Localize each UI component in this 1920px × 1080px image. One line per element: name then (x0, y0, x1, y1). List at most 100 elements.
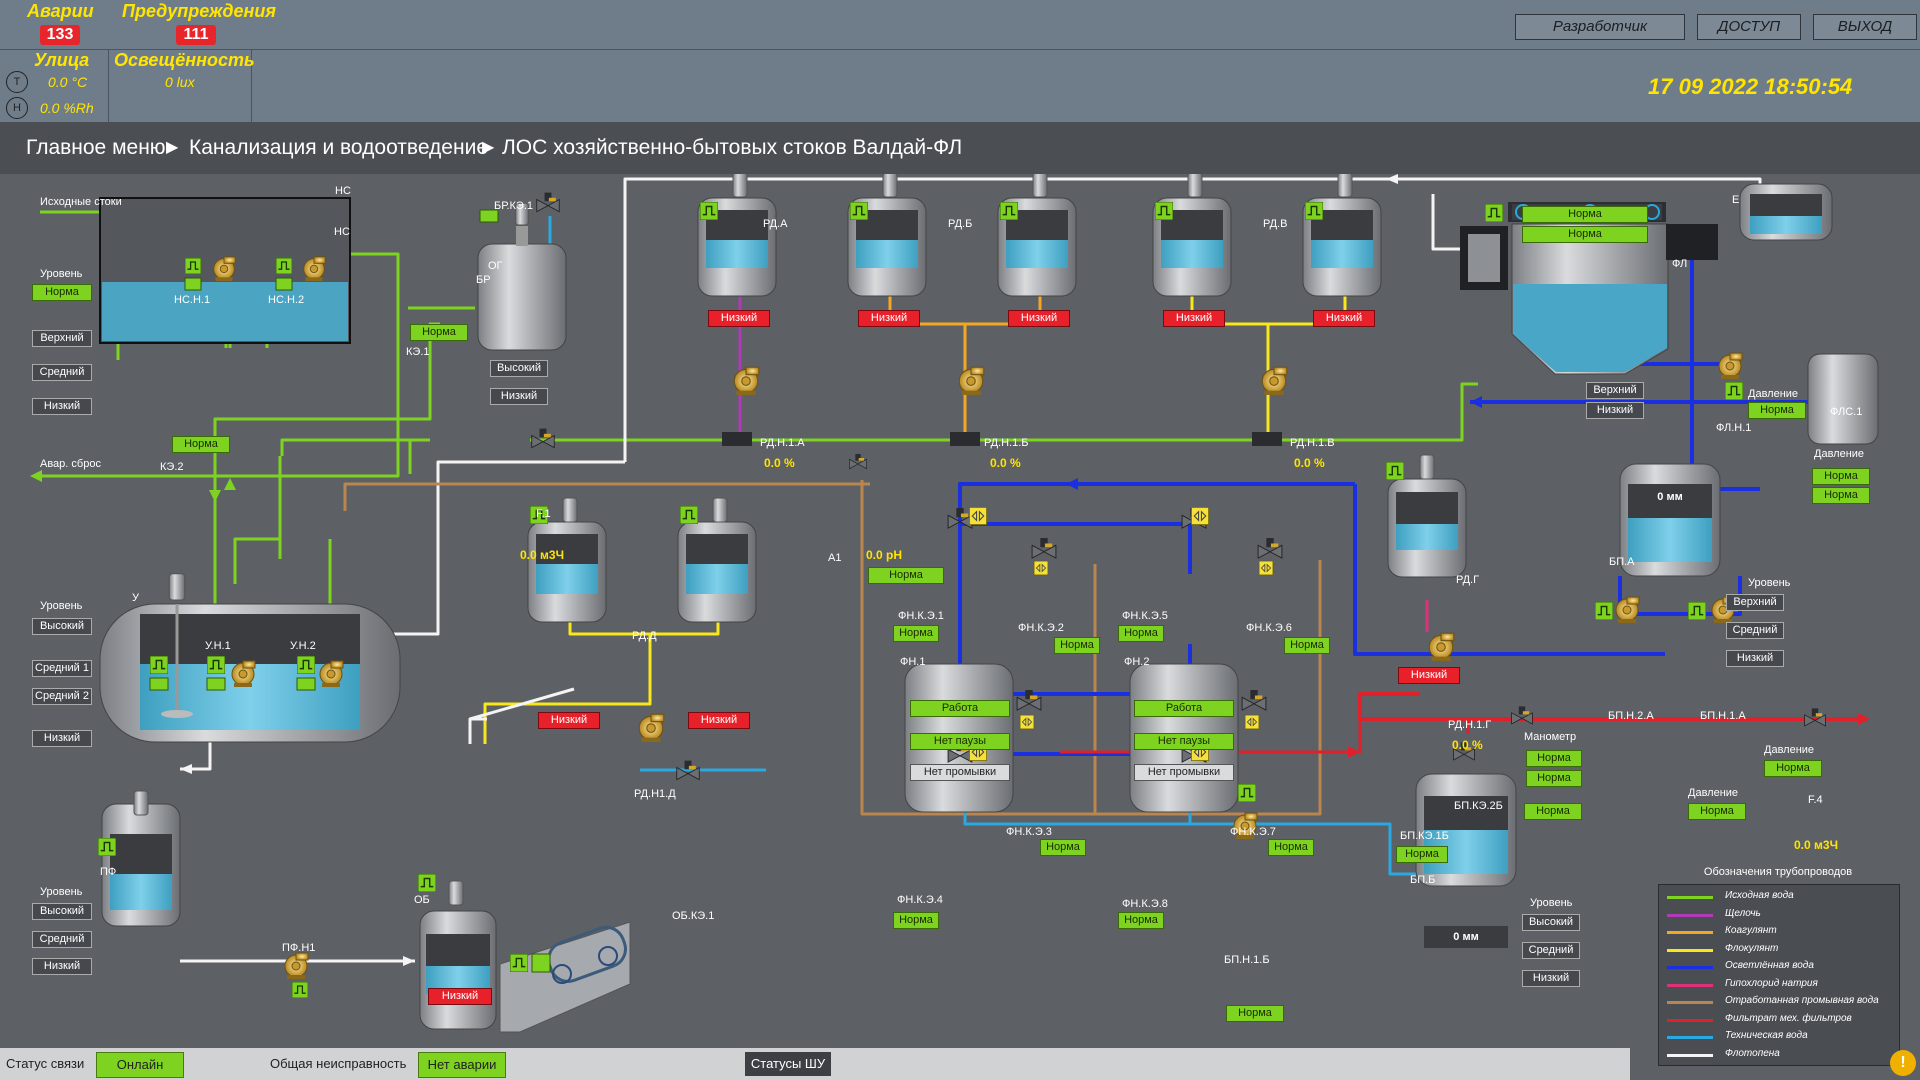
bpa-pressure-label: Давление (1764, 744, 1815, 756)
fn2-ke8-norm: Норма (1118, 912, 1164, 929)
illumination-value: 0 lux (165, 74, 195, 90)
legend-label: Гипохлорид натрия (1725, 977, 1818, 989)
pipe-legend: Исходная вода Щелочь Коагулянт Флокулянт Осв… (1658, 884, 1900, 1066)
manometer-label: Манометр (1524, 731, 1577, 743)
bpb-pressure-label: Давление (1688, 787, 1739, 799)
alarms-badge[interactable]: 133 (40, 25, 80, 45)
legend-label: Флотопена (1725, 1047, 1780, 1059)
fl-level-upper: Верхний (1586, 382, 1644, 399)
access-button[interactable]: ДОСТУП (1697, 14, 1801, 40)
bpa-level-low: Низкий (1726, 650, 1784, 667)
humidity-icon: H (6, 97, 28, 119)
br-level-high: Высокий (490, 360, 548, 377)
bpa-mm: 0 мм (1628, 486, 1712, 508)
temperature-value: 0.0 °C (48, 74, 88, 90)
breadcrumb-main-menu[interactable]: Главное меню (26, 122, 166, 174)
rd-b-level2: Низкий (1008, 310, 1070, 327)
fn1-ke3-norm: Норма (1040, 839, 1086, 856)
fn1-name: ФН.1 (900, 656, 926, 668)
ke2-state: Норма (172, 436, 230, 453)
bpa-level-label: Уровень (1748, 577, 1791, 589)
fls1-name: ФЛС.1 (1830, 406, 1863, 418)
rd-d-pump: РД.Н1.Д (634, 788, 676, 800)
u-level-mid1: Средний 1 (32, 660, 92, 677)
u-level-mid2: Средний 2 (32, 688, 92, 705)
ns-name: НС (334, 226, 350, 238)
legend-item: Гипохлорид натрия (1659, 977, 1899, 994)
legend-item: Исходная вода (1659, 889, 1899, 906)
exit-button[interactable]: ВЫХОД (1813, 14, 1917, 40)
fn1-pause: Нет паузы (910, 733, 1010, 750)
fn1-ke2-norm: Норма (1054, 637, 1100, 654)
rd-d-name: РД.Д (632, 630, 657, 642)
legend-swatch (1667, 983, 1713, 987)
illumination-label: Освещённость (114, 50, 255, 70)
rd-v-pct: 0.0 % (1294, 456, 1325, 470)
bpa-level-upper: Верхний (1726, 594, 1784, 611)
br-name: БР (476, 274, 491, 286)
fn2-ke5: ФН.К.Э.5 (1122, 610, 1168, 622)
legend-label: Флокулянт (1725, 942, 1779, 954)
u-level-low: Низкий (32, 730, 92, 747)
fn1-ke1-norm: Норма (893, 625, 939, 642)
shu-status-button[interactable]: Статусы ШУ (745, 1052, 831, 1076)
fl-level-low: Низкий (1586, 402, 1644, 419)
legend-item: Отработанная промывная вода (1659, 994, 1899, 1011)
legend-swatch (1667, 948, 1713, 952)
manometer-norm1: Норма (1526, 750, 1582, 767)
rd-b-name: РД.Б (948, 218, 973, 230)
legend-item: Фильтрат мех. фильтров (1659, 1012, 1899, 1029)
fn2-flush: Нет промывки (1134, 764, 1234, 781)
warning-icon[interactable]: ! (1890, 1050, 1916, 1076)
rd-b-pct: 0.0 % (990, 456, 1021, 470)
legend-label: Фильтрат мех. фильтров (1725, 1012, 1852, 1024)
e-name: Е (1732, 194, 1740, 206)
ke1-state: Норма (410, 324, 468, 341)
bpa-pump1: БП.Н.1.А (1700, 710, 1746, 722)
rd-a-name: РД.А (763, 218, 788, 230)
breadcrumb-current: ЛОС хозяйственно-бытовых стоков Валдай-Ф… (502, 136, 963, 159)
developer-button[interactable]: Разработчик (1515, 14, 1685, 40)
pf-level-label: Уровень (40, 886, 83, 898)
fl-name: ФЛ (1672, 258, 1688, 270)
legend-label: Осветлённая вода (1725, 960, 1814, 971)
br-og: ОГ (488, 260, 503, 272)
legend-swatch (1667, 913, 1713, 917)
bpb-level-mid: Средний (1522, 942, 1580, 959)
legend-label: Отработанная промывная вода (1725, 995, 1879, 1006)
pf-name: ПФ (100, 866, 117, 878)
bpb-pressure-norm: Норма (1688, 803, 1746, 820)
warnings-badge[interactable]: 111 (176, 25, 216, 45)
ob-level: Низкий (428, 988, 492, 1005)
fls1-pump: ФЛ.Н.1 (1716, 422, 1752, 434)
fn1-ke4: ФН.К.Э.4 (897, 894, 943, 906)
fn2-work: Работа (1134, 700, 1234, 717)
pf-level-low: Низкий (32, 958, 92, 975)
legend-swatch (1667, 931, 1713, 934)
manometer-norm2: Норма (1526, 770, 1582, 787)
rd-v-name: РД.В (1263, 218, 1288, 230)
a1-ph: 0.0 pH (866, 548, 903, 562)
legend-item: Щелочь (1659, 907, 1899, 924)
bpb-name: БП.Б (1410, 874, 1436, 886)
legend-item: Осветлённая вода (1659, 959, 1899, 976)
fn1-ke3: ФН.К.Э.3 (1006, 826, 1052, 838)
br-level-low: Низкий (490, 388, 548, 405)
link-status-label: Статус связи (6, 1056, 85, 1071)
legend-swatch (1667, 1053, 1713, 1057)
bpb-ke2b-norm: Норма (1524, 803, 1582, 820)
ke2-name: КЭ.2 (160, 461, 184, 473)
ns-level-mid: Средний (32, 364, 92, 381)
u-level-high: Высокий (32, 618, 92, 635)
pf-level-mid: Средний (32, 931, 92, 948)
emergency-drop-label: Авар. сброс (40, 458, 101, 470)
bpa-pump2: БП.Н.2.А (1608, 710, 1654, 722)
breadcrumb-sewerage[interactable]: Канализация и водоотведение (189, 122, 488, 174)
pf-pump: ПФ.Н1 (282, 942, 316, 954)
general-fault-label: Общая неисправность (270, 1056, 407, 1071)
rd-d-level2: Низкий (688, 712, 750, 729)
legend-title: Обозначения трубопроводов (1703, 866, 1853, 878)
ob-name: ОБ (414, 894, 430, 906)
fls-pressure-label: Давление (1748, 388, 1799, 400)
bpb-ke1b-norm: Норма (1396, 846, 1448, 863)
